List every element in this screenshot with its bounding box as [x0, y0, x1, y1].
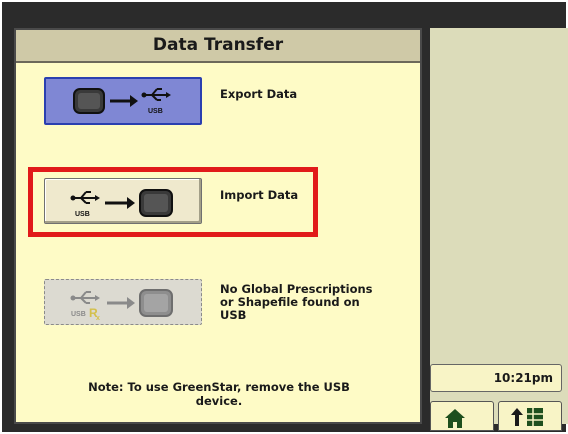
usb-removal-note: Note: To use GreenStar, remove the USB d… — [44, 380, 394, 408]
note-line-1: Note: To use GreenStar, remove the USB — [88, 380, 350, 394]
import-highlight-frame — [28, 167, 318, 237]
no-global-line-2: or Shapefile found on — [220, 295, 360, 309]
clock-display: 10:21pm — [430, 364, 562, 392]
note-line-2: device. — [195, 394, 243, 408]
no-global-line-3: USB — [220, 308, 247, 322]
svg-text:x: x — [96, 315, 100, 322]
display-to-usb-icon: USB — [73, 88, 171, 115]
svg-text:USB: USB — [148, 108, 163, 115]
home-icon — [445, 409, 465, 428]
export-data-label: Export Data — [220, 87, 298, 101]
home-button[interactable] — [430, 401, 494, 431]
menu-up-button[interactable] — [498, 401, 562, 431]
up-arrow-menu-icon — [511, 408, 543, 426]
prescriptions-import-button-disabled: USB R x — [44, 279, 202, 325]
no-global-prescriptions-message: No Global Prescriptions or Shapefile fou… — [220, 283, 420, 322]
data-transfer-panel: Data Transfer USB Export Data USB Import… — [14, 28, 422, 424]
svg-text:USB: USB — [71, 311, 86, 318]
panel-title: Data Transfer — [16, 30, 420, 63]
export-data-button[interactable]: USB — [44, 77, 202, 125]
usb-rx-to-display-icon: USB R x — [70, 289, 173, 322]
